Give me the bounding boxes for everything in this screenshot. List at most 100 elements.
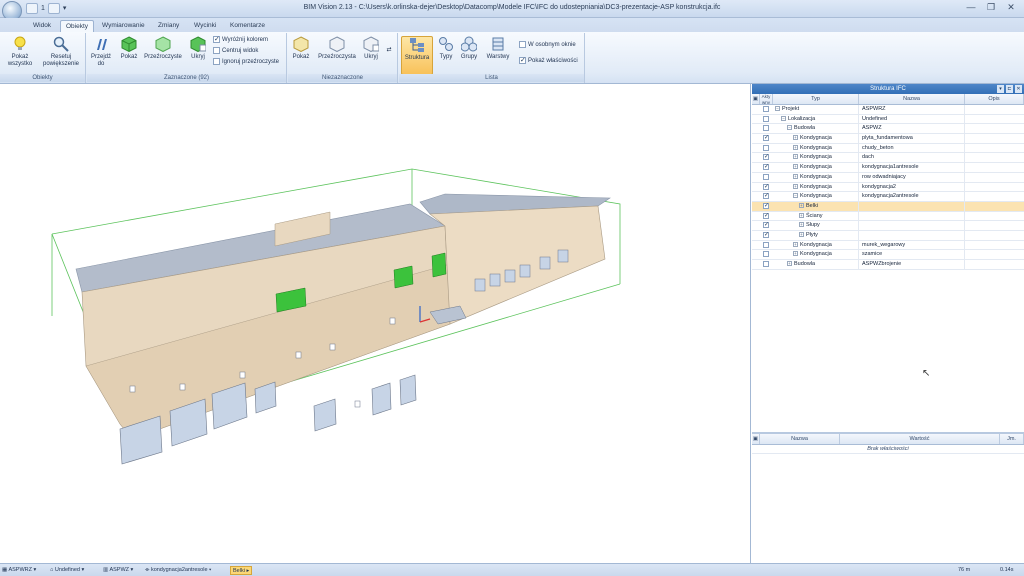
crumb-location[interactable]: ⌂ Undefined ▾ bbox=[50, 566, 84, 575]
highlight-color-checkbox[interactable]: Wyróżnij kolorem bbox=[213, 35, 268, 45]
expand-icon[interactable]: + bbox=[793, 135, 798, 141]
col-desc[interactable]: Opis bbox=[965, 94, 1024, 104]
tree-row[interactable]: −Kondygnacjakondygnacja2antresole bbox=[752, 192, 1024, 202]
row-active-checkbox[interactable] bbox=[763, 115, 769, 122]
tab-zmiany[interactable]: Zmiany bbox=[153, 20, 184, 32]
row-active-checkbox[interactable] bbox=[763, 125, 769, 132]
swap-icon[interactable]: ⇄ bbox=[383, 47, 395, 54]
tree-row[interactable]: + Kondygnacja row odwadniajacy bbox=[752, 172, 1024, 183]
show-unselected-button[interactable]: Pokaż bbox=[290, 36, 312, 61]
hide-unselected-button[interactable]: Ukryj bbox=[361, 36, 381, 61]
separate-window-checkbox[interactable]: W osobnym oknie bbox=[519, 41, 576, 50]
minimize-button[interactable]: — bbox=[966, 2, 976, 13]
building-model[interactable] bbox=[0, 84, 751, 563]
tree-row[interactable]: + Kondygnacja chudy_beton bbox=[752, 143, 1024, 154]
row-active-checkbox[interactable] bbox=[763, 153, 769, 162]
goto-button[interactable]: Przejdź do bbox=[89, 36, 113, 68]
row-active-checkbox[interactable] bbox=[763, 144, 769, 151]
row-active-checkbox[interactable] bbox=[763, 173, 769, 180]
transparent-unselected-button[interactable]: Przeźroczysta bbox=[315, 36, 359, 61]
3d-viewport[interactable] bbox=[0, 84, 751, 563]
expand-icon[interactable]: + bbox=[799, 231, 804, 237]
show-all-button[interactable]: Pokaż wszystko bbox=[4, 36, 36, 68]
tree-row[interactable]: +Kondygnacjakondygnacja1antresole bbox=[752, 163, 1024, 173]
row-active-checkbox[interactable] bbox=[763, 106, 769, 113]
expand-icon[interactable]: + bbox=[793, 154, 798, 160]
tree-row[interactable]: + Budowla ASPWZbrojenie bbox=[752, 260, 1024, 270]
tree-row[interactable]: + Kondygnacja szamice bbox=[752, 250, 1024, 260]
tree-row[interactable]: − Projekt ASPWRZ bbox=[752, 105, 1024, 115]
tree-row[interactable]: +Kondygnacjakondygnacja2 bbox=[752, 182, 1024, 193]
expand-icon[interactable]: + bbox=[787, 261, 792, 267]
expand-icon[interactable]: + bbox=[793, 173, 798, 179]
expand-icon[interactable]: + bbox=[793, 144, 798, 150]
collapse-icon[interactable]: − bbox=[781, 115, 786, 121]
types-button[interactable]: Typy bbox=[436, 36, 456, 61]
row-active-checkbox[interactable] bbox=[763, 192, 769, 201]
show-properties-checkbox[interactable]: Pokaż właściwości bbox=[519, 56, 578, 66]
structure-button[interactable]: Struktura bbox=[401, 36, 433, 75]
layers-button[interactable]: Warstwy bbox=[483, 36, 513, 61]
groups-button[interactable]: Grupy bbox=[458, 36, 480, 61]
row-active-checkbox[interactable] bbox=[763, 212, 769, 221]
col-prop-unit[interactable]: Jm. bbox=[1000, 434, 1024, 444]
tree-row[interactable]: +Kondygnacjaplyta_fundamentowa bbox=[752, 134, 1024, 144]
hide-selected-button[interactable]: Ukryj bbox=[187, 36, 209, 61]
tree-row[interactable]: +Kondygnacjadach bbox=[752, 153, 1024, 164]
tab-widok[interactable]: Widok bbox=[28, 20, 56, 32]
close-button[interactable]: ✕ bbox=[1006, 2, 1016, 13]
row-active-checkbox[interactable] bbox=[763, 251, 769, 258]
row-active-checkbox[interactable] bbox=[763, 183, 769, 192]
tab-komentarze[interactable]: Komentarze bbox=[225, 20, 270, 32]
col-prop-value[interactable]: Wartość bbox=[840, 434, 1000, 444]
tab-obiekty[interactable]: Obiekty bbox=[60, 20, 95, 32]
expand-icon[interactable]: + bbox=[793, 241, 798, 247]
panel-close-icon[interactable]: ✕ bbox=[1015, 85, 1022, 93]
crumb-building[interactable]: ▥ ASPWZ ▾ bbox=[103, 566, 133, 575]
header-checkbox-icon[interactable]: ▣ bbox=[752, 94, 760, 104]
tree-row[interactable]: +Słupy bbox=[752, 221, 1024, 231]
transparent-selected-button[interactable]: Przeźroczyste bbox=[143, 36, 183, 61]
collapse-icon[interactable]: − bbox=[775, 106, 780, 112]
row-active-checkbox[interactable] bbox=[763, 231, 769, 240]
tree-row[interactable]: +Ściany bbox=[752, 211, 1024, 222]
expand-icon[interactable]: + bbox=[793, 251, 798, 257]
maximize-button[interactable]: ❐ bbox=[986, 2, 996, 13]
center-view-checkbox[interactable]: Centruj widok bbox=[213, 47, 258, 56]
tab-wycinki[interactable]: Wycinki bbox=[189, 20, 221, 32]
col-type[interactable]: Typ bbox=[773, 94, 859, 104]
row-active-checkbox[interactable] bbox=[763, 134, 769, 143]
col-prop-name[interactable]: Nazwa bbox=[760, 434, 840, 444]
row-active-checkbox[interactable] bbox=[763, 163, 769, 172]
collapse-icon[interactable]: − bbox=[787, 125, 792, 131]
panel-pin-icon[interactable]: ⊏ bbox=[1006, 85, 1013, 93]
tree-row[interactable]: +Płyty bbox=[752, 230, 1024, 241]
tab-wymiarowanie[interactable]: Wymiarowanie bbox=[97, 20, 150, 32]
expand-icon[interactable]: + bbox=[799, 202, 804, 208]
row-type-cell: − Lokalizacja bbox=[773, 114, 859, 124]
show-selected-button[interactable]: Pokaż bbox=[117, 36, 141, 61]
tree-row[interactable]: +Belki bbox=[752, 201, 1024, 212]
tree-row[interactable]: − Budowla ASPWZ bbox=[752, 124, 1024, 135]
expand-icon[interactable]: + bbox=[799, 222, 804, 228]
col-active[interactable]: Akty wny bbox=[760, 94, 773, 104]
tree-row[interactable]: − Lokalizacja Undefined bbox=[752, 114, 1024, 125]
collapse-icon[interactable]: − bbox=[793, 193, 798, 199]
row-active-checkbox[interactable] bbox=[763, 221, 769, 230]
expand-icon[interactable]: + bbox=[799, 212, 804, 218]
crumb-project[interactable]: ▦ ASPWRZ ▾ bbox=[2, 566, 36, 575]
reset-zoom-button[interactable]: Resetuj powiększenie bbox=[40, 36, 82, 68]
row-active-checkbox[interactable] bbox=[763, 241, 769, 248]
row-active-checkbox[interactable] bbox=[763, 202, 769, 211]
col-name[interactable]: Nazwa bbox=[859, 94, 965, 104]
tree-row[interactable]: + Kondygnacja murek_wegarowy bbox=[752, 240, 1024, 251]
expand-icon[interactable]: + bbox=[793, 164, 798, 170]
crumb-beams[interactable]: Belki ▸ bbox=[230, 566, 253, 575]
row-active-checkbox[interactable] bbox=[763, 261, 769, 268]
expand-icon[interactable]: + bbox=[793, 183, 798, 189]
props-header-icon[interactable]: ▣ bbox=[752, 434, 760, 444]
row-type-cell: + Belki bbox=[773, 201, 859, 211]
ignore-transparent-checkbox[interactable]: Ignoruj przeźroczyste bbox=[213, 58, 279, 67]
crumb-storey[interactable]: ⌯ kondygnacja2antresole ▾ bbox=[145, 566, 211, 575]
panel-dropdown-icon[interactable]: ▾ bbox=[997, 85, 1004, 93]
